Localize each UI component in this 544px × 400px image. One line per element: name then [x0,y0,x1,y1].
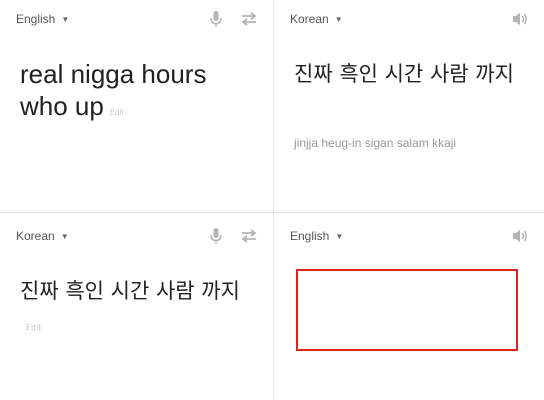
microphone-icon[interactable] [209,227,223,245]
source-language-label: English [16,12,56,26]
microphone-icon[interactable] [209,10,223,28]
caret-down-icon: ▼ [60,231,69,241]
empty-translation-highlight-box [296,269,518,351]
speaker-icon[interactable] [512,228,530,244]
speaker-icon[interactable] [512,11,530,27]
caret-down-icon: ▼ [334,14,343,24]
source-panel-top: English ▼ real nigga hours who up Edit [0,0,273,212]
swap-languages-icon[interactable] [239,228,259,244]
target-header-top: Korean ▼ [290,10,530,28]
vertical-divider-top [273,0,274,212]
source-header-bottom: Korean ▼ [16,227,259,245]
source-text-area[interactable]: real nigga hours who up Edit [20,58,243,129]
source-panel-bottom: Korean ▼ 진짜 흑인 시간 사람 까지 Edit [0,213,273,400]
edit-link[interactable]: Edit [26,323,42,332]
target-header-bottom: English ▼ [290,227,530,245]
caret-down-icon: ▼ [61,14,70,24]
source-header-top: English ▼ [16,10,259,28]
edit-link[interactable]: Edit [110,108,124,117]
translation-text: 진짜 흑인 시간 사람 까지 [294,62,514,86]
target-language-selector[interactable]: Korean ▼ [290,12,343,26]
caret-down-icon: ▼ [335,231,344,241]
source-text-area[interactable]: 진짜 흑인 시간 사람 까지 Edit [20,275,255,344]
target-language-label: English [290,229,330,243]
source-text: 진짜 흑인 시간 사람 까지 [20,279,240,303]
source-language-selector[interactable]: Korean ▼ [16,229,69,243]
vertical-divider-bottom [273,213,274,400]
source-language-selector[interactable]: English ▼ [16,12,69,26]
translation-panel-top: Korean ▼ 진짜 흑인 시간 사람 까지 jinjja heug-in s… [274,0,544,212]
target-language-selector[interactable]: English ▼ [290,229,343,243]
romanization-text: jinjja heug-in sigan salam kkaji [294,136,457,150]
target-language-label: Korean [290,12,329,26]
swap-languages-icon[interactable] [239,11,259,27]
source-language-label: Korean [16,229,55,243]
